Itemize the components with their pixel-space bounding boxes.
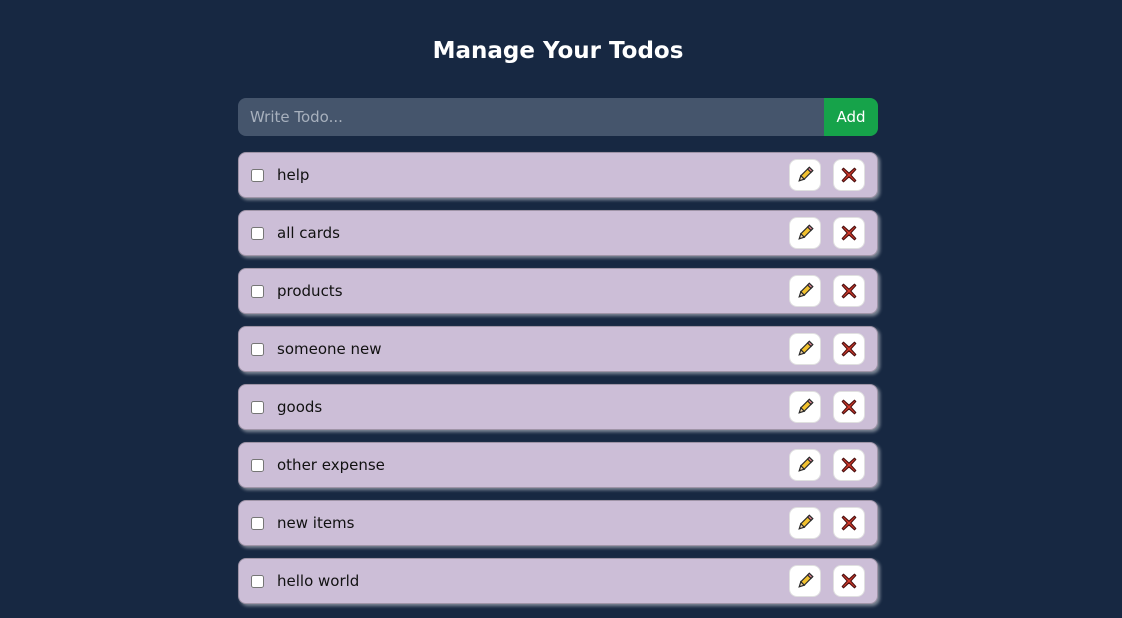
add-button[interactable]: Add bbox=[824, 98, 878, 136]
edit-todo-button[interactable] bbox=[789, 217, 821, 249]
todo-text: hello world bbox=[277, 572, 360, 590]
delete-todo-button[interactable] bbox=[833, 507, 865, 539]
todo-text: products bbox=[277, 282, 343, 300]
pencil-icon bbox=[798, 282, 814, 298]
delete-todo-button[interactable] bbox=[833, 217, 865, 249]
delete-todo-button[interactable] bbox=[833, 275, 865, 307]
cross-mark-icon bbox=[841, 167, 857, 183]
edit-todo-button[interactable] bbox=[789, 333, 821, 365]
pencil-icon bbox=[798, 456, 814, 472]
pencil-icon bbox=[798, 572, 814, 588]
todo-text: other expense bbox=[277, 456, 385, 474]
delete-todo-button[interactable] bbox=[833, 159, 865, 191]
todo-text: all cards bbox=[277, 224, 340, 242]
todo-item: products bbox=[238, 268, 878, 314]
pencil-icon bbox=[798, 166, 814, 182]
todo-text: help bbox=[277, 166, 310, 184]
cross-mark-icon bbox=[841, 515, 857, 531]
edit-todo-button[interactable] bbox=[789, 449, 821, 481]
todo-input[interactable] bbox=[238, 98, 824, 136]
edit-todo-button[interactable] bbox=[789, 391, 821, 423]
todo-item: other expense bbox=[238, 442, 878, 488]
todo-checkbox[interactable] bbox=[251, 342, 264, 356]
todo-item: help bbox=[238, 152, 878, 198]
pencil-icon bbox=[798, 398, 814, 414]
pencil-icon bbox=[798, 514, 814, 530]
todo-text: goods bbox=[277, 398, 323, 416]
delete-todo-button[interactable] bbox=[833, 333, 865, 365]
todo-text: new items bbox=[277, 514, 355, 532]
delete-todo-button[interactable] bbox=[833, 449, 865, 481]
cross-mark-icon bbox=[841, 399, 857, 415]
pencil-icon bbox=[798, 340, 814, 356]
todo-list: help all cards products someone new good… bbox=[238, 152, 878, 616]
edit-todo-button[interactable] bbox=[789, 275, 821, 307]
cross-mark-icon bbox=[841, 457, 857, 473]
edit-todo-button[interactable] bbox=[789, 159, 821, 191]
cross-mark-icon bbox=[841, 225, 857, 241]
delete-todo-button[interactable] bbox=[833, 565, 865, 597]
todo-app: Manage Your Todos Add help all cards bbox=[0, 0, 1122, 618]
delete-todo-button[interactable] bbox=[833, 391, 865, 423]
cross-mark-icon bbox=[841, 341, 857, 357]
cross-mark-icon bbox=[841, 573, 857, 589]
todo-item: goods bbox=[238, 384, 878, 430]
todo-item: new items bbox=[238, 500, 878, 546]
pencil-icon bbox=[798, 224, 814, 240]
todo-checkbox[interactable] bbox=[251, 458, 264, 472]
edit-todo-button[interactable] bbox=[789, 565, 821, 597]
todo-checkbox[interactable] bbox=[251, 516, 264, 530]
todo-item: someone new bbox=[238, 326, 878, 372]
todo-checkbox[interactable] bbox=[251, 168, 264, 182]
todo-item: hello world bbox=[238, 558, 878, 604]
todo-checkbox[interactable] bbox=[251, 226, 264, 240]
todo-checkbox[interactable] bbox=[251, 574, 264, 588]
todo-checkbox[interactable] bbox=[251, 284, 264, 298]
todo-form: Add bbox=[238, 98, 878, 136]
page-title: Manage Your Todos bbox=[432, 38, 684, 64]
todo-checkbox[interactable] bbox=[251, 400, 264, 414]
cross-mark-icon bbox=[841, 283, 857, 299]
todo-item: all cards bbox=[238, 210, 878, 256]
edit-todo-button[interactable] bbox=[789, 507, 821, 539]
todo-text: someone new bbox=[277, 340, 382, 358]
